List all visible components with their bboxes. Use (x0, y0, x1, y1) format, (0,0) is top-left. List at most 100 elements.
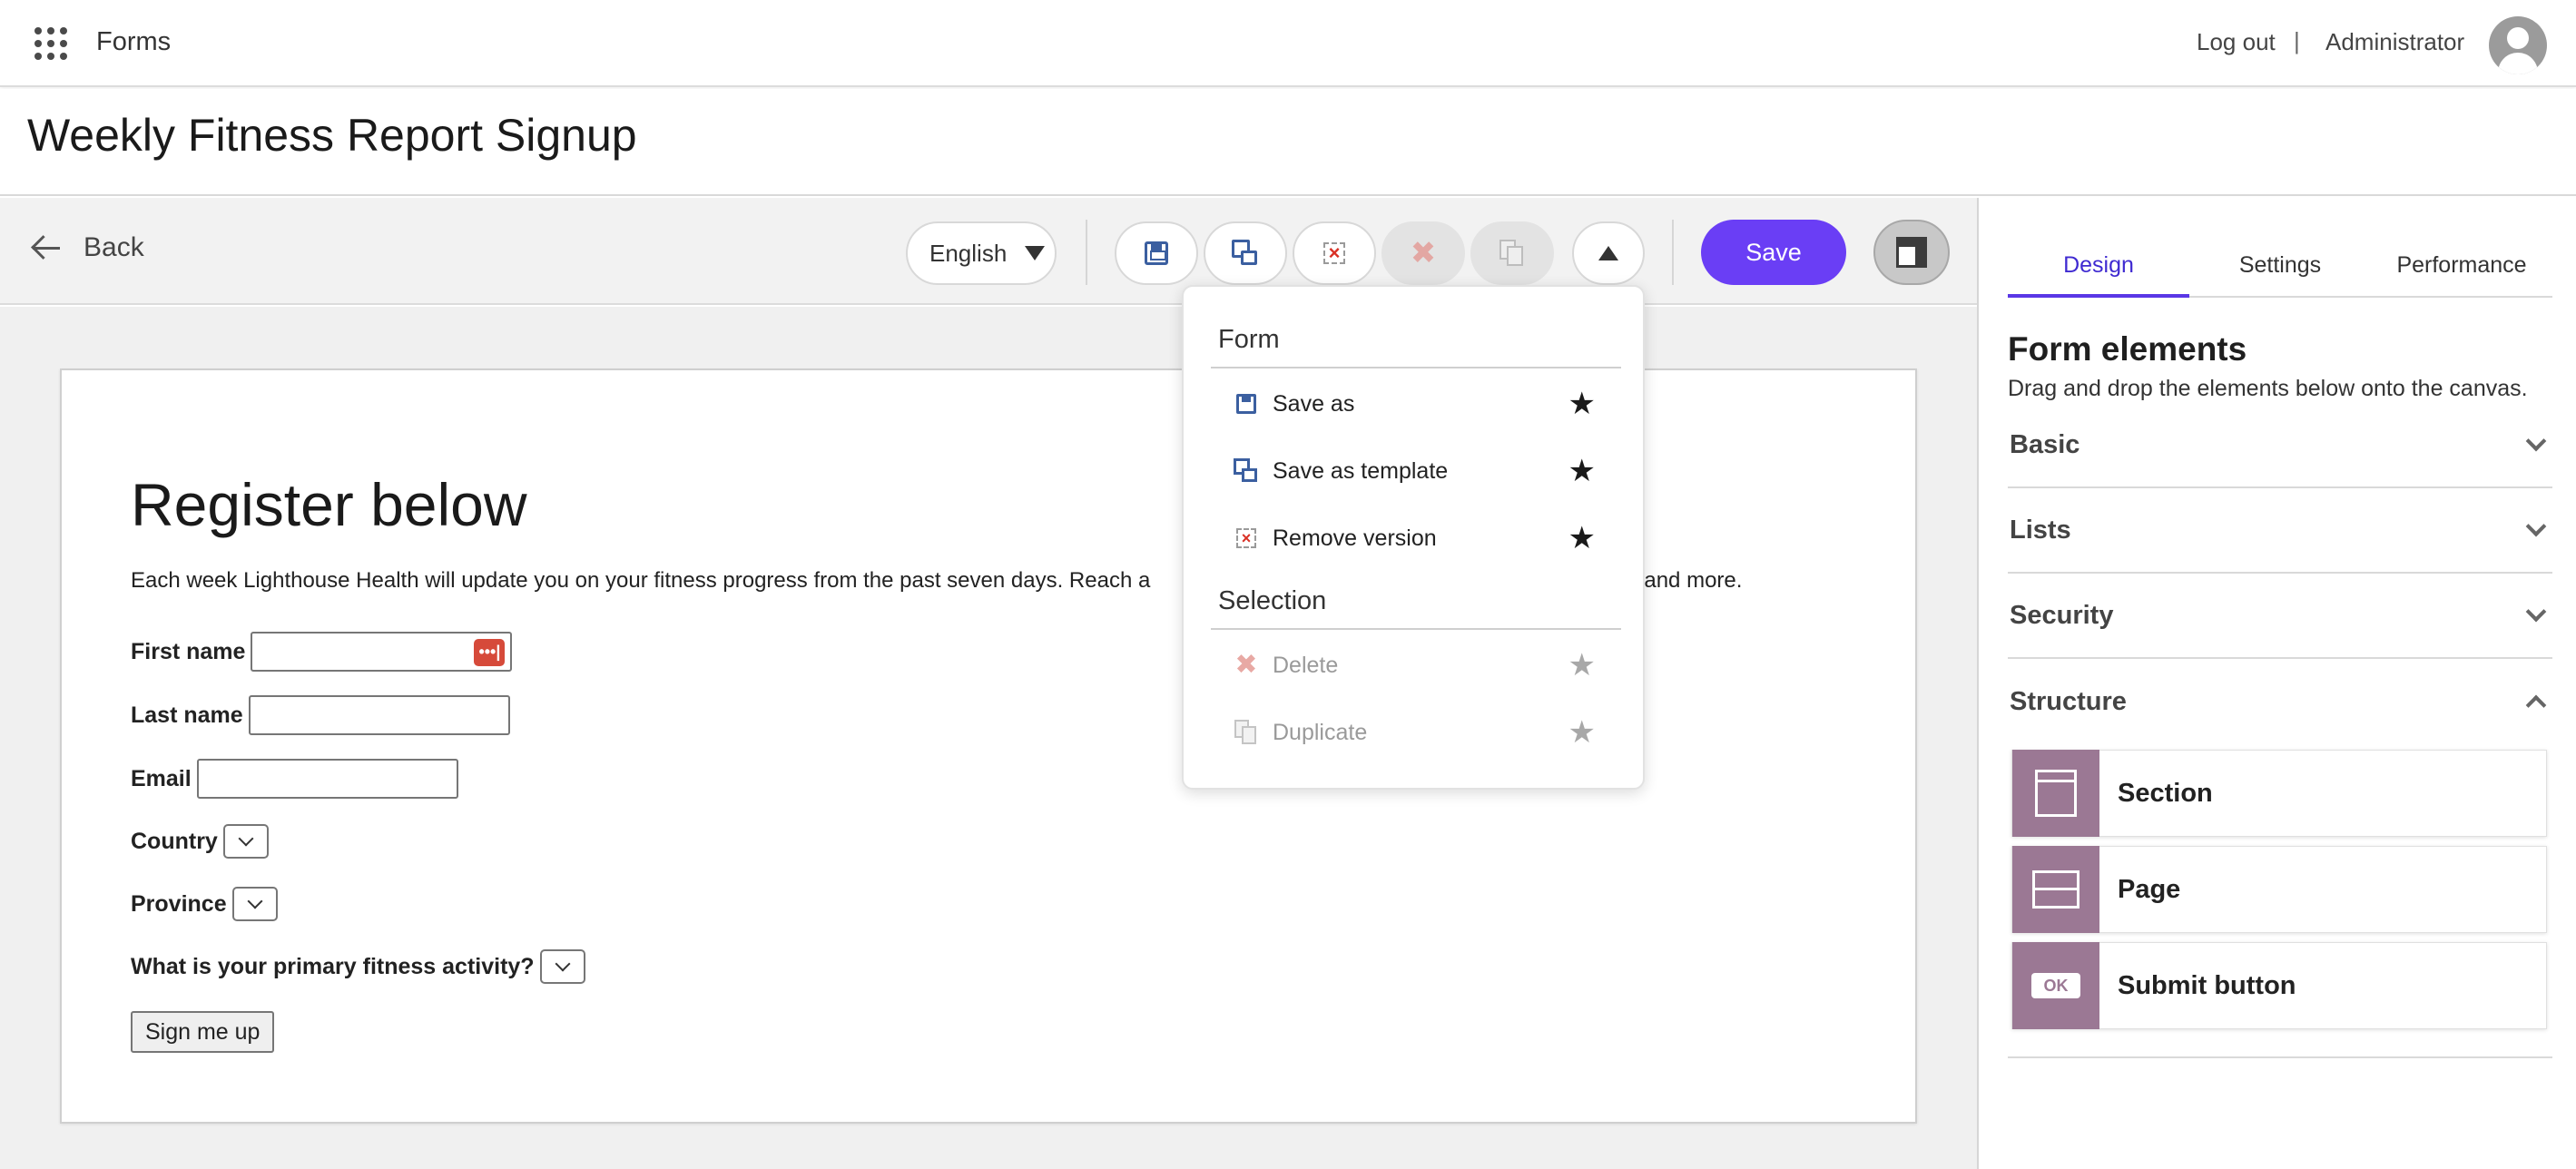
save-icon (1145, 241, 1168, 265)
menu-divider (1211, 367, 1621, 368)
star-icon[interactable]: ★ (1568, 388, 1596, 419)
tab-performance[interactable]: Performance (2371, 243, 2552, 296)
top-bar: Forms Log out | Administrator (0, 0, 2576, 87)
tab-settings[interactable]: Settings (2189, 243, 2371, 296)
element-page[interactable]: Page (2011, 846, 2547, 933)
actions-menu: Form Save as ★ Save as template ★ × Remo… (1182, 285, 1645, 790)
star-icon[interactable]: ★ (1568, 717, 1596, 748)
avatar-icon[interactable] (2489, 16, 2547, 74)
delete-icon: ✖ (1234, 650, 1258, 680)
menu-divider (1211, 628, 1621, 630)
remove-version-icon: × (1323, 242, 1345, 264)
form-description[interactable]: Each week Lighthouse Health will update … (131, 568, 1150, 594)
category-label: Security (2010, 600, 2114, 630)
form-elements-title: Form elements (2008, 330, 2247, 368)
form-heading[interactable]: Register below (131, 470, 527, 539)
star-icon[interactable]: ★ (1568, 456, 1596, 486)
province-row: Province (131, 887, 278, 921)
star-icon[interactable]: ★ (1568, 650, 1596, 681)
menu-item-save-as[interactable]: Save as ★ (1211, 374, 1621, 434)
duplicate-icon (1234, 720, 1258, 745)
save-icon (1236, 394, 1256, 414)
email-row: Email (131, 759, 458, 799)
save-template-icon (1232, 240, 1259, 267)
toolbar-divider (1672, 220, 1674, 285)
province-label: Province (131, 890, 227, 917)
tab-design[interactable]: Design (2008, 243, 2189, 298)
chevron-down-icon (555, 956, 571, 972)
category-label: Structure (2010, 686, 2127, 716)
menu-item-label: Duplicate (1273, 719, 1368, 745)
caret-up-icon (1598, 246, 1618, 260)
email-input[interactable] (196, 759, 458, 799)
save-as-button[interactable] (1115, 221, 1198, 285)
header-separator: | (2294, 27, 2300, 54)
save-as-template-button[interactable] (1204, 221, 1287, 285)
last-name-input[interactable] (248, 695, 510, 735)
toolbar-divider (1086, 220, 1087, 285)
menu-item-duplicate[interactable]: Duplicate ★ (1211, 702, 1621, 762)
delete-button[interactable]: ✖ (1381, 221, 1465, 285)
sign-me-up-button[interactable]: Sign me up (131, 1011, 275, 1053)
menu-item-delete[interactable]: ✖ Delete ★ (1211, 635, 1621, 695)
form-description-text: Each week Lighthouse Health will update … (131, 568, 1151, 593)
element-submit-button[interactable]: OK Submit button (2011, 942, 2547, 1029)
element-label: Page (2118, 874, 2181, 904)
duplicate-button[interactable] (1470, 221, 1554, 285)
first-name-input[interactable]: •••| (251, 632, 513, 672)
activity-select[interactable] (539, 949, 585, 984)
category-security[interactable]: Security (2008, 574, 2552, 659)
category-label: Lists (2010, 515, 2071, 545)
chevron-down-icon (2525, 430, 2547, 452)
panel-layout-icon (1896, 237, 1927, 268)
panel-divider (2008, 1056, 2552, 1058)
back-button[interactable]: Back (31, 232, 144, 263)
password-manager-icon[interactable]: •••| (474, 639, 506, 666)
category-lists[interactable]: Lists (2008, 488, 2552, 574)
language-select[interactable]: English (906, 221, 1057, 285)
chevron-up-icon (2525, 694, 2547, 716)
category-label: Basic (2010, 429, 2080, 459)
section-icon (2035, 770, 2077, 817)
page-title: Weekly Fitness Report Signup (27, 110, 637, 161)
category-structure[interactable]: Structure (2008, 659, 2552, 744)
menu-section-selection: Selection (1218, 586, 1327, 615)
user-name: Administrator (2325, 28, 2465, 55)
menu-item-label: Delete (1273, 652, 1339, 678)
remove-version-button[interactable]: × (1293, 221, 1376, 285)
save-button[interactable]: Save (1701, 220, 1846, 285)
title-bar: Weekly Fitness Report Signup (0, 89, 2576, 196)
panel-toggle-button[interactable] (1873, 220, 1950, 285)
element-section[interactable]: Section (2011, 750, 2547, 837)
language-value: English (929, 239, 1008, 267)
element-label: Submit button (2118, 970, 2296, 1000)
app-launcher-icon[interactable] (34, 27, 67, 60)
first-name-label: First name (131, 638, 246, 664)
caret-down-icon (1025, 246, 1046, 260)
form-elements-subtitle: Drag and drop the elements below onto th… (2008, 376, 2528, 401)
menu-item-save-as-template[interactable]: Save as template ★ (1211, 441, 1621, 501)
menu-item-label: Save as template (1273, 457, 1449, 484)
email-label: Email (131, 765, 192, 791)
first-name-row: First name •••| (131, 632, 513, 672)
activity-label: What is your primary fitness activity? (131, 953, 535, 979)
country-select[interactable] (222, 824, 269, 859)
logout-link[interactable]: Log out (2197, 28, 2276, 56)
menu-item-remove-version[interactable]: × Remove version ★ (1211, 508, 1621, 568)
chevron-down-icon (2525, 516, 2547, 537)
remove-version-icon: × (1236, 528, 1256, 548)
duplicate-icon (1499, 240, 1525, 267)
chevron-down-icon (2525, 601, 2547, 623)
category-basic[interactable]: Basic (2008, 403, 2552, 488)
element-label: Section (2118, 778, 2213, 808)
chevron-down-icon (238, 830, 254, 847)
last-name-label: Last name (131, 702, 243, 728)
more-actions-toggle[interactable] (1572, 221, 1645, 285)
province-select[interactable] (231, 887, 278, 921)
star-icon[interactable]: ★ (1568, 523, 1596, 554)
country-label: Country (131, 828, 218, 854)
editor-toolbar: Back English × ✖ Save (0, 198, 1977, 305)
submit-button-icon: OK (2031, 973, 2080, 998)
chevron-down-icon (247, 893, 263, 909)
menu-section-form: Form (1218, 325, 1280, 354)
